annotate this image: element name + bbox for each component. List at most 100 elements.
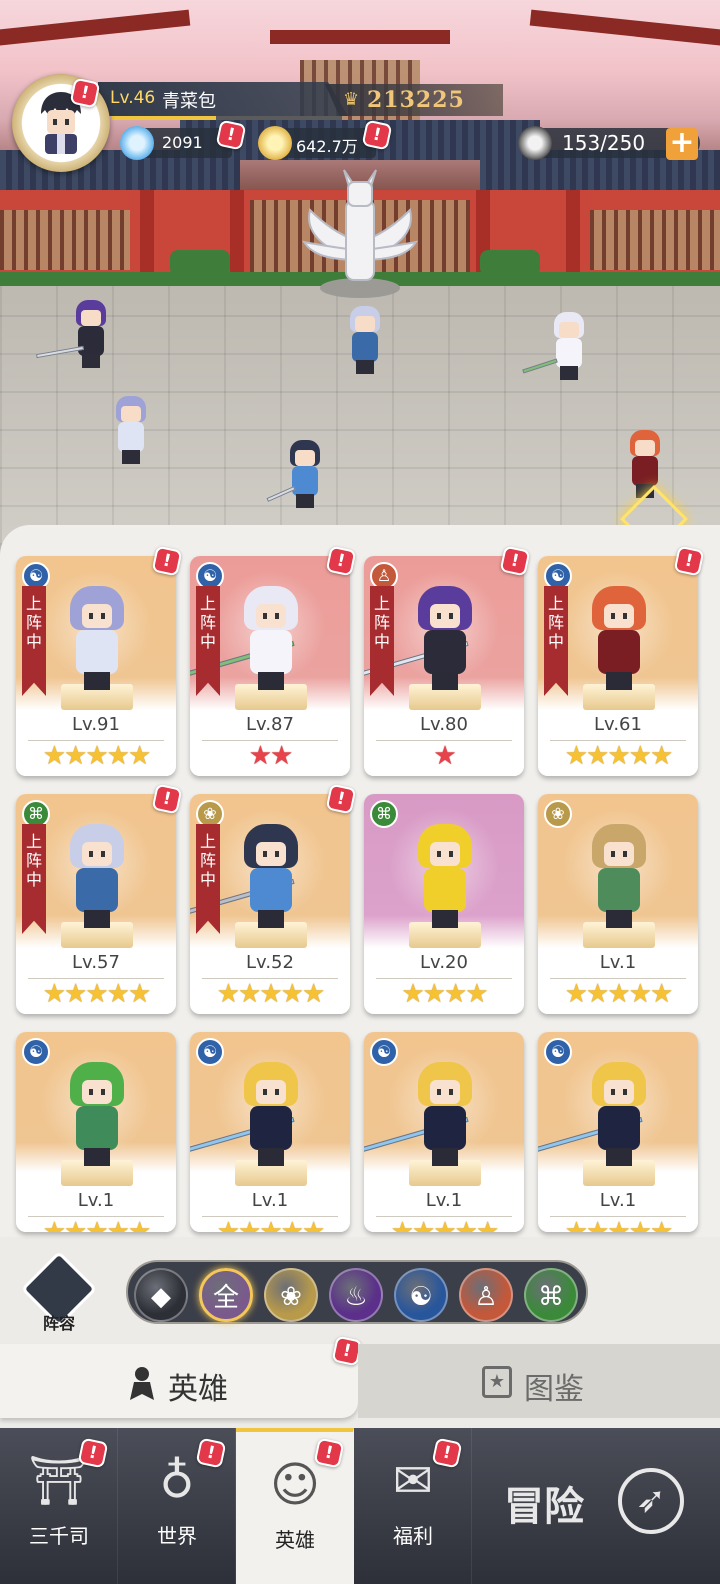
hero-portrait-icon xyxy=(584,824,654,928)
hero-portrait-icon xyxy=(410,586,480,690)
handbook-icon: ★ xyxy=(482,1366,512,1398)
filter-water-button[interactable]: ☯ xyxy=(394,1268,448,1322)
hero-star-rating: ★★★★★ xyxy=(42,979,152,1009)
courtyard-hero-orange xyxy=(622,430,668,500)
nav-item-label: 三千司 xyxy=(29,1524,89,1548)
gold-value: 642.7万 xyxy=(296,137,358,156)
hero-level: Lv.1 xyxy=(77,1190,115,1211)
player-exp-fill xyxy=(112,116,216,120)
hero-star-rating: ★★ xyxy=(248,741,294,771)
faction-water-icon: ☯ xyxy=(370,1038,398,1066)
filter-lotus-button[interactable]: ❀ xyxy=(264,1268,318,1322)
in-lineup-ribbon: 上阵中 xyxy=(22,824,46,934)
faction-water-icon: ☯ xyxy=(22,562,50,590)
hero-card[interactable]: Lv.1 ★★★★★ ☯ xyxy=(16,1032,176,1232)
hero-card[interactable]: Lv.80 ★ ♙ 上阵中 xyxy=(364,556,524,776)
hero-portrait-icon xyxy=(236,1062,306,1166)
diamond-icon xyxy=(120,126,154,160)
nav-item-label: 福利 xyxy=(393,1524,433,1548)
courtyard-hero-white xyxy=(522,312,592,382)
fox-statue-icon xyxy=(301,169,419,298)
lineup-label: 阵容 xyxy=(42,1314,75,1333)
hero-portrait-icon xyxy=(62,586,132,690)
hero-card[interactable]: Lv.52 ★★★★★ ❀ 上阵中 xyxy=(190,794,350,1014)
in-lineup-ribbon: 上阵中 xyxy=(22,586,46,696)
faction-water-icon: ☯ xyxy=(196,562,224,590)
hero-card[interactable]: Lv.91 ★★★★★ ☯ 上阵中 xyxy=(16,556,176,776)
hero-star-rating: ★★★★★ xyxy=(390,1217,500,1232)
hero-portrait-icon xyxy=(584,1062,654,1166)
player-level-bar: Lv.46 青菜包 xyxy=(98,82,348,116)
nav-item-label: 世界 xyxy=(157,1524,197,1548)
compass-icon: ➶ xyxy=(618,1468,684,1534)
hero-portrait-icon xyxy=(410,824,480,928)
add-capacity-button[interactable]: + xyxy=(666,128,698,160)
faction-water-icon: ☯ xyxy=(544,562,572,590)
hero-card[interactable]: Lv.1 ★★★★★ ☯ xyxy=(538,1032,698,1232)
in-lineup-ribbon: 上阵中 xyxy=(370,586,394,696)
filter-dna-button[interactable]: ⌘ xyxy=(524,1268,578,1322)
faction-water-icon: ☯ xyxy=(544,1038,572,1066)
hero-star-rating: ★★★★ xyxy=(401,979,488,1009)
filter-monk-button[interactable]: ♙ xyxy=(459,1268,513,1322)
power-display: ♛ 213225 xyxy=(325,84,503,116)
courtyard-hero-lilac xyxy=(108,396,154,466)
faction-lotus-icon: ❀ xyxy=(196,800,224,828)
hero-card[interactable]: Lv.1 ★★★★★ ❀ xyxy=(538,794,698,1014)
faction-water-icon: ☯ xyxy=(22,1038,50,1066)
lineup-button[interactable]: 阵容 xyxy=(20,1250,98,1333)
hero-star-rating: ★★★★★ xyxy=(564,1217,674,1232)
adventure-label: 冒险 xyxy=(504,1483,584,1530)
courtyard-hero-blue xyxy=(266,440,328,510)
hero-star-rating: ★★★★★ xyxy=(216,979,326,1009)
hero-card[interactable]: Lv.1 ★★★★★ ☯ xyxy=(364,1032,524,1232)
faction-lotus-icon: ❀ xyxy=(544,800,572,828)
tab-handbook-label: 图鉴 xyxy=(524,1372,584,1407)
hero-portrait-icon xyxy=(584,586,654,690)
hero-card[interactable]: Lv.20 ★★★★ ⌘ xyxy=(364,794,524,1014)
hero-star-rating: ★★★★★ xyxy=(42,741,152,771)
hero-level: Lv.52 xyxy=(246,952,294,973)
tab-heroes-label: 英雄 xyxy=(168,1372,228,1407)
tab-handbook[interactable]: ★ 图鉴 xyxy=(358,1344,720,1418)
hero-level: Lv.61 xyxy=(594,714,642,735)
filter-diamond-button[interactable]: ◆ xyxy=(134,1268,188,1322)
hero-card[interactable]: Lv.87 ★★ ☯ 上阵中 xyxy=(190,556,350,776)
in-lineup-ribbon: 上阵中 xyxy=(544,586,568,696)
hero-card[interactable]: Lv.57 ★★★★★ ⌘ 上阵中 xyxy=(16,794,176,1014)
diamond-counter[interactable]: 2091 xyxy=(120,126,232,160)
hero-level: Lv.87 xyxy=(246,714,294,735)
hero-level: Lv.1 xyxy=(599,1190,637,1211)
bottom-navigation: 冒险 ➶ ⛩ 三千司! ♁ 世界! ☺ 英雄! ✉ 福利! xyxy=(0,1428,720,1584)
filter-all-button[interactable]: 全 xyxy=(199,1268,253,1322)
hero-card[interactable]: Lv.61 ★★★★★ ☯ 上阵中 xyxy=(538,556,698,776)
hero-star-rating: ★★★★★ xyxy=(42,1217,152,1232)
hero-level: Lv.80 xyxy=(420,714,468,735)
adventure-button[interactable]: 冒险 ➶ xyxy=(500,1468,700,1548)
hero-level: Lv.1 xyxy=(425,1190,463,1211)
in-lineup-ribbon: 上阵中 xyxy=(196,586,220,696)
in-lineup-ribbon: 上阵中 xyxy=(196,824,220,934)
tab-heroes[interactable]: 英雄 xyxy=(0,1344,358,1418)
crown-icon: ♛ xyxy=(343,89,360,110)
player-name: 青菜包 xyxy=(162,91,216,112)
hero-portrait-icon xyxy=(236,586,306,690)
filter-flame-button[interactable]: ♨ xyxy=(329,1268,383,1322)
nav-item-label: 英雄 xyxy=(275,1528,315,1552)
player-level: Lv.46 xyxy=(110,88,156,108)
hero-capacity-value: 153/250 xyxy=(562,131,646,155)
hero-level: Lv.57 xyxy=(72,952,120,973)
hero-star-rating: ★ xyxy=(433,741,456,771)
gold-counter[interactable]: 642.7万 xyxy=(258,126,376,160)
diamond-value: 2091 xyxy=(162,133,203,152)
courtyard-hero-silver xyxy=(342,306,388,376)
courtyard-hero-purple xyxy=(36,300,114,370)
player-exp-bar xyxy=(112,116,342,120)
hero-card[interactable]: Lv.1 ★★★★★ ☯ xyxy=(190,1032,350,1232)
gold-coin-icon xyxy=(258,126,292,160)
hero-level: Lv.1 xyxy=(599,952,637,973)
hero-portrait-icon xyxy=(62,824,132,928)
hero-silhouette-icon xyxy=(130,1367,154,1400)
power-value: 213225 xyxy=(367,87,465,113)
hero-screen: Lv.46 青菜包 ♛ 213225 ! 2091 ! 642.7万 ! 153… xyxy=(0,0,720,1584)
